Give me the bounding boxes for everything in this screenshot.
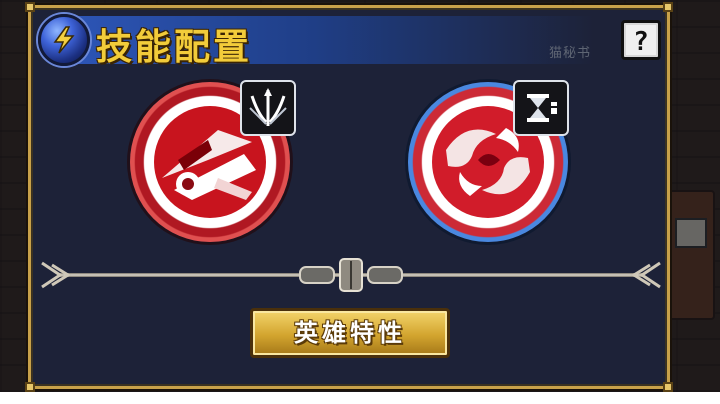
panel-corner — [25, 382, 35, 392]
npc-name-label: 猫秘书 — [549, 46, 592, 61]
spear-trident-icon — [249, 88, 287, 126]
skill-2-badge[interactable] — [513, 80, 569, 136]
hero-traits-button[interactable]: 英雄特性 — [250, 308, 450, 358]
help-button[interactable]: ? — [621, 20, 661, 60]
background-shelf — [665, 190, 715, 320]
panel-corner — [663, 2, 673, 12]
lightning-orb-icon — [38, 14, 90, 66]
page-title: 技能配置 — [96, 27, 253, 68]
ornamental-divider — [41, 258, 661, 292]
hero-traits-label: 英雄特性 — [294, 319, 406, 347]
skill-1-badge[interactable] — [240, 80, 296, 136]
panel-corner — [663, 382, 673, 392]
panel-corner — [25, 2, 35, 12]
question-mark-icon: ? — [624, 23, 658, 57]
hourglass-sword-icon — [527, 94, 558, 122]
